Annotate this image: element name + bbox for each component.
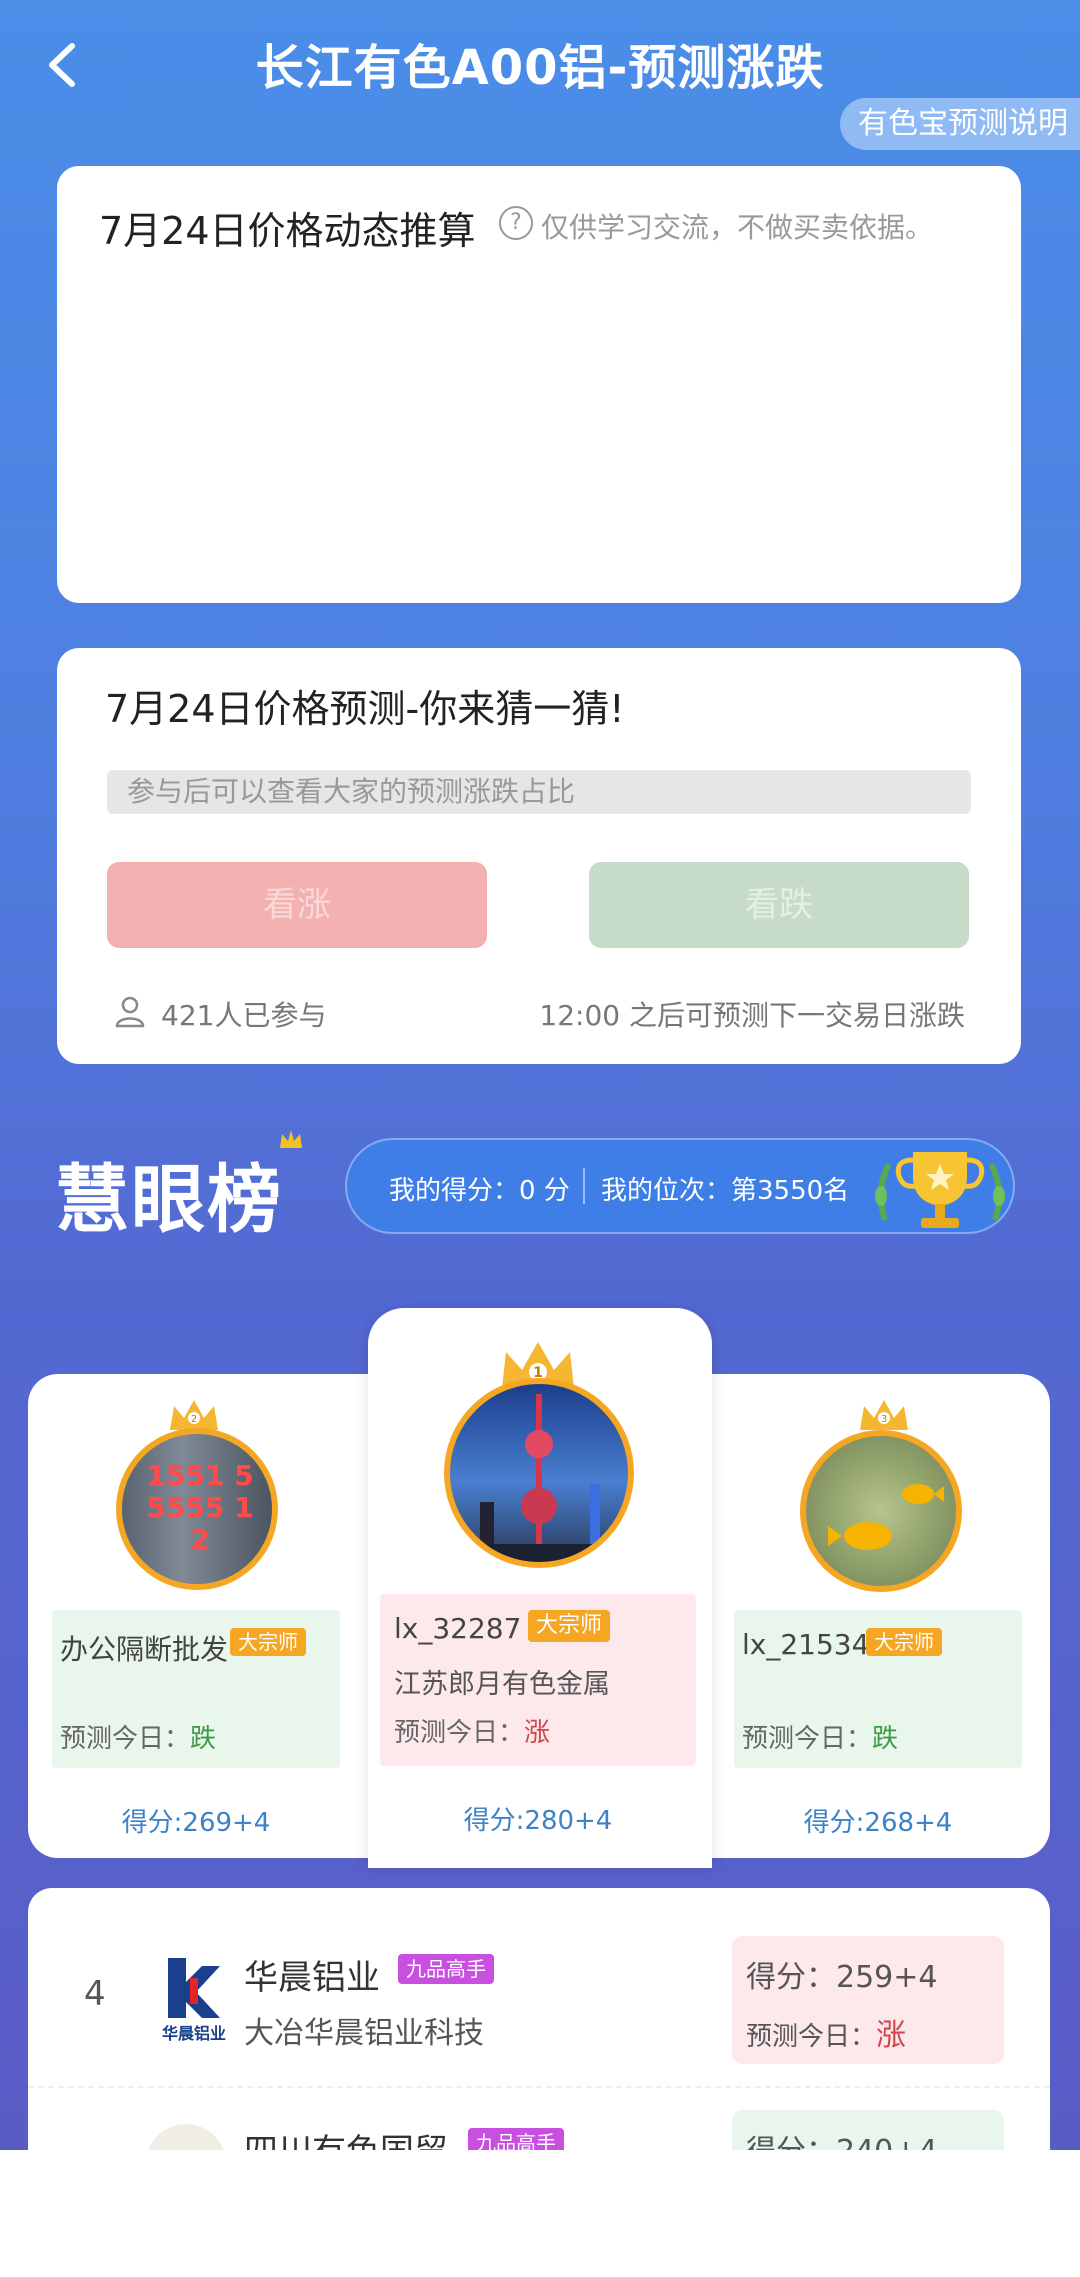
rank-number: 4: [84, 1974, 106, 2014]
avatar-phone-text: 1551 55555 12: [146, 1459, 254, 1556]
rank-badge: 九品高手: [468, 2128, 564, 2150]
prediction: 预测今日：跌: [742, 1724, 899, 1754]
predict-up-button[interactable]: 看涨: [107, 862, 487, 948]
podium-info-3: lx_21534 大宗师 预测今日：跌: [734, 1610, 1022, 1768]
page-background: 长江有色A00铝-预测涨跌 有色宝预测说明 7月24日价格动态推算 ? 仅供学习…: [0, 0, 1080, 2150]
list-item[interactable]: 4 华晨铝业 华晨铝业 九品高手 大冶华晨铝业科技 得分：259+4 预测今日：…: [28, 1888, 1050, 2088]
svg-text:3: 3: [881, 1414, 887, 1425]
podium-info-2: 办公隔断批发 大宗师 预测今日：跌: [52, 1610, 340, 1768]
company-name: 江苏郎月有色金属: [394, 1669, 610, 1700]
predict-down-button[interactable]: 看跌: [589, 862, 969, 948]
company-logo: [146, 2124, 242, 2150]
rank-badge: 大宗师: [230, 1628, 306, 1656]
page-title: 长江有色A00铝-预测涨跌: [255, 40, 825, 96]
user-icon: [115, 996, 145, 1028]
podium-info-1: lx_32287 大宗师 江苏郎月有色金属 预测今日：涨: [380, 1594, 696, 1766]
next-predict-info: 12:00 之后可预测下一交易日涨跌: [539, 999, 965, 1032]
rank-badge: 九品高手: [398, 1954, 494, 1984]
company-name: 大冶华晨铝业科技: [244, 2016, 484, 2051]
prediction: 预测今日：涨: [746, 2018, 907, 2053]
leaderboard-logo: 慧眼榜: [55, 1157, 283, 1243]
score-label: 得分：259+4: [746, 1960, 938, 1995]
ratio-hint-bar: 参与后可以查看大家的预测涨跌占比: [107, 770, 971, 814]
avatar[interactable]: 1551 55555 12: [116, 1428, 278, 1590]
avatar[interactable]: [800, 1430, 962, 1592]
stats-divider: [583, 1168, 585, 1204]
score-label: 得分：240+4: [746, 2126, 937, 2150]
svg-text:2: 2: [191, 1414, 197, 1425]
score-label: 得分:280+4: [463, 1806, 613, 1836]
score-label: 得分:268+4: [803, 1808, 953, 1838]
crown-icon: 3: [860, 1400, 908, 1430]
chevron-left-icon: [49, 43, 75, 87]
trophy-icon: [875, 1152, 1005, 1228]
user-name: lx_21534: [742, 1628, 870, 1661]
my-score: 我的得分：0 分: [389, 1176, 570, 1206]
disclaimer-note: 仅供学习交流，不做买卖依据。: [541, 211, 934, 244]
score-box: 得分：240+4: [732, 2110, 1004, 2150]
bottom-blank-area: [0, 2150, 1080, 2277]
predict-card: 7月24日价格预测-你来猜一猜! 参与后可以查看大家的预测涨跌占比 看涨 看跌 …: [57, 648, 1021, 1064]
rank-badge: 大宗师: [528, 1610, 611, 1642]
prediction: 预测今日：涨: [394, 1718, 551, 1748]
score-box: 得分：259+4 预测今日：涨: [732, 1936, 1004, 2064]
score-label: 得分:269+4: [121, 1808, 271, 1838]
prediction: 预测今日：跌: [60, 1724, 217, 1754]
my-rank: 我的位次：第3550名: [601, 1176, 850, 1206]
user-name: 办公隔断批发: [60, 1633, 229, 1666]
dynamic-estimate-title: 7月24日价格动态推算: [99, 209, 476, 253]
explain-button[interactable]: 有色宝预测说明: [840, 98, 1080, 150]
participant-count: 421人已参与: [161, 999, 327, 1032]
ranking-list: 4 华晨铝业 华晨铝业 九品高手 大冶华晨铝业科技 得分：259+4 预测今日：…: [28, 1888, 1050, 2150]
user-name: 华晨铝业: [244, 1958, 380, 1998]
user-name: 四川有色国贸: [244, 2124, 448, 2150]
question-icon[interactable]: ?: [499, 206, 533, 240]
avatar[interactable]: [444, 1378, 634, 1568]
predict-title: 7月24日价格预测-你来猜一猜!: [105, 687, 625, 731]
fish-image: [828, 1484, 944, 1550]
rank-badge: 大宗师: [866, 1628, 942, 1656]
list-item[interactable]: 四川有色国贸 九品高手 得分：240+4: [28, 2088, 1050, 2150]
dynamic-estimate-card: 7月24日价格动态推算 ? 仅供学习交流，不做买卖依据。: [57, 166, 1021, 603]
back-button[interactable]: [38, 30, 88, 100]
user-name: lx_32287: [394, 1612, 522, 1645]
tower-image: [450, 1394, 628, 1562]
crown-icon: [280, 1130, 302, 1148]
company-logo: 华晨铝业: [146, 1948, 242, 2044]
